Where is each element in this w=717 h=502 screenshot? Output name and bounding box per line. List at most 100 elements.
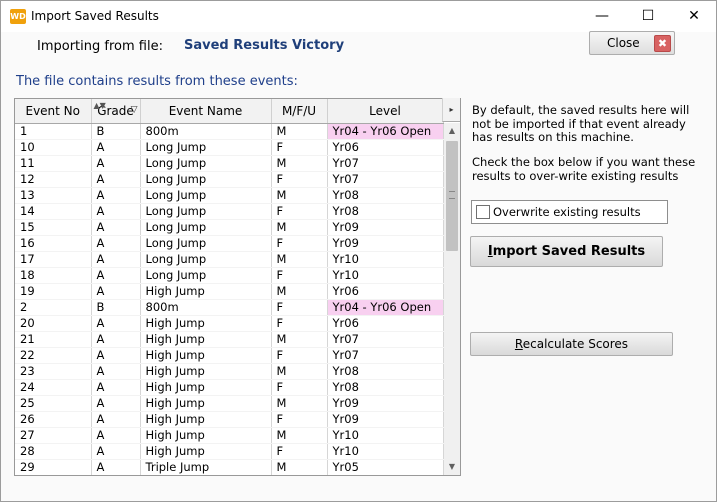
table-row[interactable]: 20 A High Jump F Yr06 — [15, 315, 444, 332]
grade-cell: A — [91, 235, 141, 252]
mfu-cell: F — [271, 171, 328, 188]
vertical-scrollbar[interactable]: ▲ ▼ — [444, 123, 460, 475]
mfu-cell: F — [271, 411, 328, 428]
grade-cell: B — [91, 123, 141, 140]
event-name-cell: High Jump — [140, 427, 272, 444]
overwrite-checkbox[interactable] — [476, 205, 490, 219]
import-saved-results-button[interactable]: Import Saved Results — [470, 236, 663, 267]
filter-icon[interactable]: ▽ — [131, 105, 138, 115]
close-button[interactable]: Close ✖ — [589, 31, 675, 55]
table-row[interactable]: 15 A Long Jump M Yr09 — [15, 219, 444, 236]
column-header-event-name[interactable]: Event Name — [140, 99, 272, 124]
column-header-event-no[interactable]: Event No — [15, 99, 92, 124]
grade-cell: A — [91, 459, 141, 475]
table-row[interactable]: 29 A Triple Jump M Yr05 — [15, 459, 444, 475]
level-cell: Yr10 — [327, 443, 444, 460]
table-row[interactable]: 21 A High Jump M Yr07 — [15, 331, 444, 348]
grade-cell: A — [91, 251, 141, 268]
column-header-grade[interactable]: ▲▼ Grade ▽ — [91, 99, 141, 124]
file-name: Saved Results Victory — [184, 38, 345, 53]
event-no-cell: 20 — [15, 315, 92, 332]
event-name-cell: Long Jump — [140, 187, 272, 204]
table-row[interactable]: 26 A High Jump F Yr09 — [15, 411, 444, 428]
grade-cell: A — [91, 315, 141, 332]
overwrite-option[interactable]: Overwrite existing results — [471, 200, 668, 224]
mfu-cell: M — [271, 363, 328, 380]
recalculate-scores-button[interactable]: Recalculate Scores — [470, 332, 673, 356]
grade-cell: A — [91, 155, 141, 172]
grade-cell: A — [91, 347, 141, 364]
mfu-cell: M — [271, 283, 328, 300]
table-row[interactable]: 2 B 800m F Yr04 - Yr06 Open — [15, 299, 444, 316]
close-button-label: Close — [607, 36, 640, 50]
table-row[interactable]: 1 B 800m M Yr04 - Yr06 Open — [15, 123, 444, 140]
close-icon: ✕ — [688, 8, 700, 24]
column-header-level[interactable]: Level — [327, 99, 444, 124]
maximize-button[interactable]: ☐ — [625, 1, 671, 32]
table-row[interactable]: 10 A Long Jump F Yr06 — [15, 139, 444, 156]
window-close-button[interactable]: ✕ — [671, 1, 716, 32]
grade-cell: A — [91, 411, 141, 428]
close-x-icon: ✖ — [654, 35, 671, 52]
table-row[interactable]: 12 A Long Jump F Yr07 — [15, 171, 444, 188]
event-name-cell: Triple Jump — [140, 459, 272, 475]
table-row[interactable]: 27 A High Jump M Yr10 — [15, 427, 444, 444]
grade-cell: A — [91, 427, 141, 444]
scroll-up-icon[interactable]: ▲ — [444, 123, 460, 139]
event-no-cell: 28 — [15, 443, 92, 460]
column-header-mfu[interactable]: M/F/U — [271, 99, 328, 124]
minimize-icon: — — [595, 8, 609, 24]
event-no-cell: 10 — [15, 139, 92, 156]
events-table-body: 1 B 800m M Yr04 - Yr06 Open 10 A Long Jump F Yr06… — [15, 123, 444, 475]
table-row[interactable]: 16 A Long Jump F Yr09 — [15, 235, 444, 252]
grade-cell: A — [91, 283, 141, 300]
event-name-cell: High Jump — [140, 395, 272, 412]
table-row[interactable]: 23 A High Jump M Yr08 — [15, 363, 444, 380]
default-note: By default, the saved results here will … — [472, 103, 690, 144]
event-no-cell: 29 — [15, 459, 92, 475]
event-no-cell: 13 — [15, 187, 92, 204]
table-row[interactable]: 19 A High Jump M Yr06 — [15, 283, 444, 300]
event-no-cell: 21 — [15, 331, 92, 348]
mfu-cell: F — [271, 347, 328, 364]
table-row[interactable]: 18 A Long Jump F Yr10 — [15, 267, 444, 284]
mfu-cell: M — [271, 395, 328, 412]
events-grid: Event No ▲▼ Grade ▽ Event Name M/F/U Lev… — [14, 98, 461, 476]
level-cell: Yr08 — [327, 203, 444, 220]
overwrite-label[interactable]: Overwrite existing results — [493, 205, 641, 219]
scroll-down-icon[interactable]: ▼ — [444, 459, 460, 475]
table-row[interactable]: 17 A Long Jump M Yr10 — [15, 251, 444, 268]
level-cell: Yr07 — [327, 171, 444, 188]
event-name-cell: High Jump — [140, 347, 272, 364]
table-row[interactable]: 14 A Long Jump F Yr08 — [15, 203, 444, 220]
level-cell: Yr10 — [327, 251, 444, 268]
table-row[interactable]: 28 A High Jump F Yr10 — [15, 443, 444, 460]
level-cell: Yr06 — [327, 283, 444, 300]
level-cell: Yr08 — [327, 363, 444, 380]
table-row[interactable]: 25 A High Jump M Yr09 — [15, 395, 444, 412]
event-no-cell: 23 — [15, 363, 92, 380]
table-row[interactable]: 13 A Long Jump M Yr08 — [15, 187, 444, 204]
mfu-cell: F — [271, 315, 328, 332]
scroll-thumb[interactable] — [446, 141, 458, 251]
window-title: Import Saved Results — [31, 9, 159, 23]
minimize-button[interactable]: — — [579, 1, 625, 32]
table-row[interactable]: 22 A High Jump F Yr07 — [15, 347, 444, 364]
event-name-cell: High Jump — [140, 363, 272, 380]
events-heading: The file contains results from these eve… — [16, 74, 298, 89]
column-scroll-button[interactable]: ▸ — [442, 98, 460, 122]
event-no-cell: 1 — [15, 123, 92, 140]
maximize-icon: ☐ — [641, 8, 655, 24]
level-cell: Yr04 - Yr06 Open — [327, 299, 444, 316]
mfu-cell: F — [271, 139, 328, 156]
mfu-cell: F — [271, 443, 328, 460]
table-row[interactable]: 24 A High Jump F Yr08 — [15, 379, 444, 396]
mfu-cell: M — [271, 459, 328, 475]
mfu-cell: M — [271, 219, 328, 236]
event-no-cell: 16 — [15, 235, 92, 252]
table-row[interactable]: 11 A Long Jump M Yr07 — [15, 155, 444, 172]
event-name-cell: Long Jump — [140, 139, 272, 156]
event-name-cell: Long Jump — [140, 171, 272, 188]
mfu-cell: M — [271, 155, 328, 172]
mfu-cell: M — [271, 251, 328, 268]
